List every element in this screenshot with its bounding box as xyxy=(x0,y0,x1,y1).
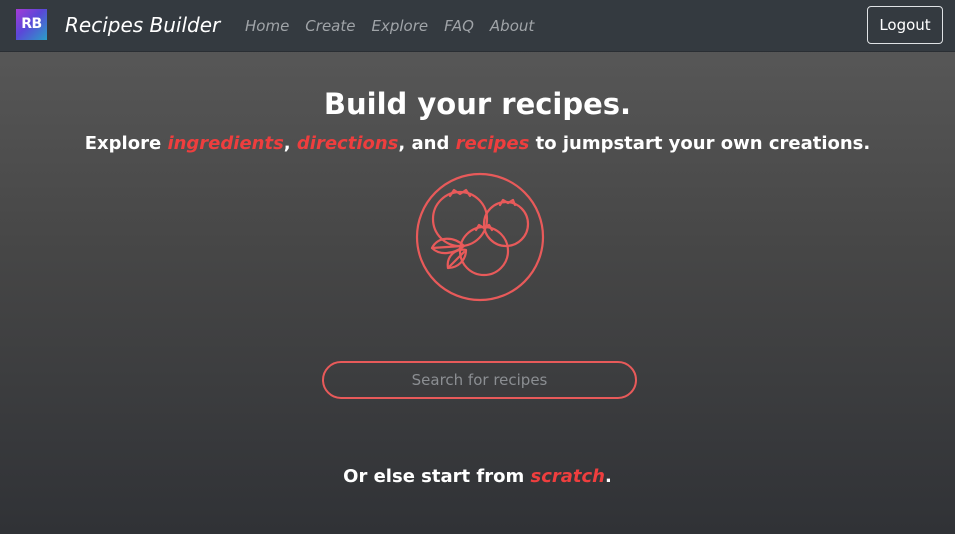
ingredients-link[interactable]: ingredients xyxy=(167,133,283,154)
recipes-link[interactable]: recipes xyxy=(456,133,530,154)
logout-button[interactable]: Logout xyxy=(867,6,943,44)
cta-suffix: . xyxy=(604,466,612,487)
page-title: Build your recipes. xyxy=(323,87,632,121)
directions-link[interactable]: directions xyxy=(297,133,398,154)
nav-link-create[interactable]: Create xyxy=(305,16,355,36)
subtitle-comma: , xyxy=(283,133,297,154)
scratch-link[interactable]: scratch xyxy=(530,466,605,487)
app-logo[interactable]: RB xyxy=(16,9,47,40)
nav-link-faq[interactable]: FAQ xyxy=(444,16,474,36)
cta-prefix: Or else start from xyxy=(343,466,531,487)
berries-icon xyxy=(414,172,546,302)
nav-link-about[interactable]: About xyxy=(490,16,534,36)
nav-link-explore[interactable]: Explore xyxy=(371,16,428,36)
subtitle-and: , and xyxy=(398,133,456,154)
nav-link-home[interactable]: Home xyxy=(245,16,289,36)
hero-subtitle: Explore ingredients, directions, and rec… xyxy=(0,130,955,158)
brand-name[interactable]: Recipes Builder xyxy=(65,12,220,38)
subtitle-prefix: Explore xyxy=(84,133,168,154)
navbar: RB Recipes Builder Home Create Explore F… xyxy=(0,0,955,52)
nav-links: Home Create Explore FAQ About xyxy=(245,16,550,36)
subtitle-suffix: to jumpstart your own creations. xyxy=(529,133,871,154)
start-from-scratch-cta: Or else start from scratch. xyxy=(0,463,955,491)
search-input[interactable] xyxy=(322,361,637,399)
